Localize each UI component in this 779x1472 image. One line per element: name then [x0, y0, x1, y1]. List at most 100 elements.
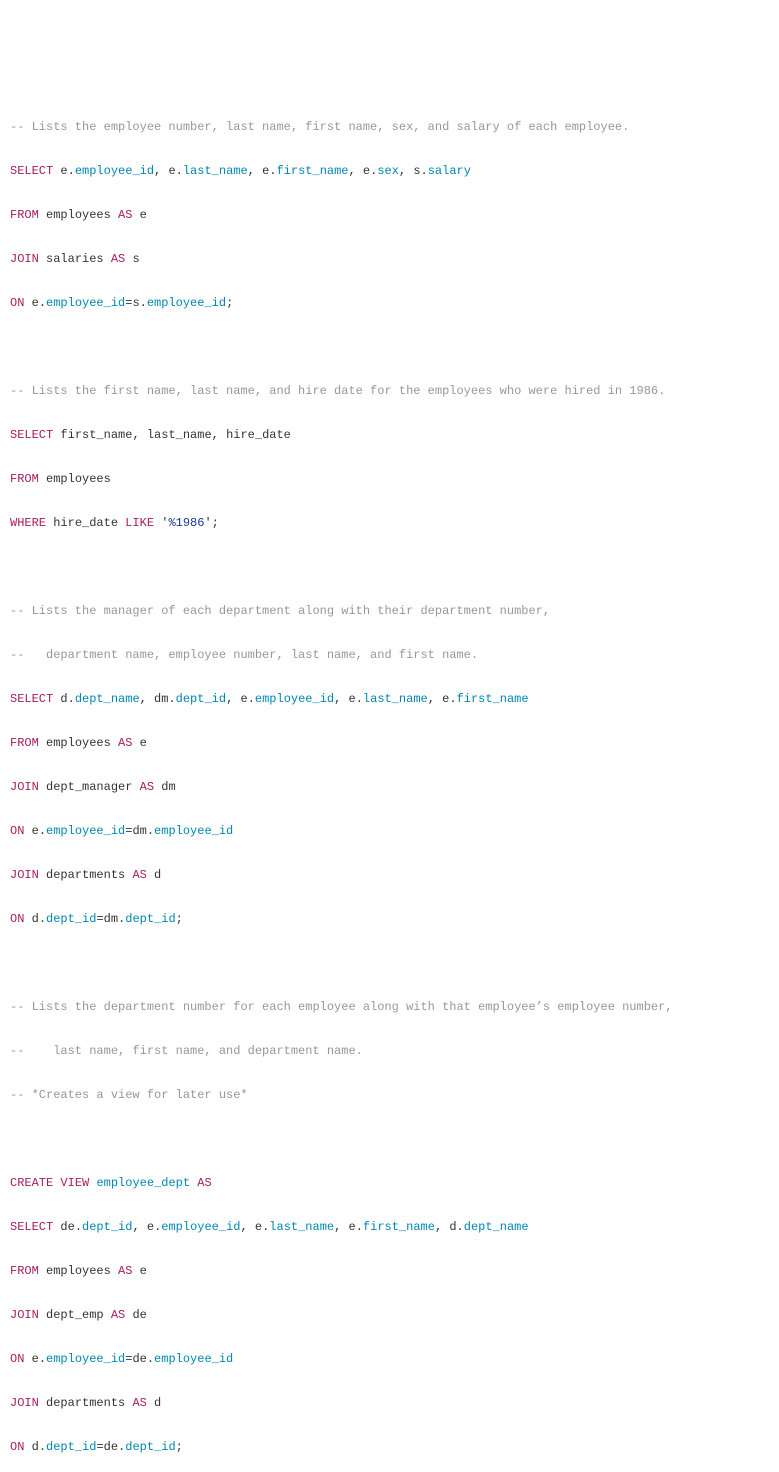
keyword-on: ON [10, 824, 24, 838]
keyword-as: AS [111, 252, 125, 266]
dot: . [118, 912, 125, 926]
keyword-as: AS [118, 208, 132, 222]
comment: -- Lists the department number for each … [10, 996, 769, 1018]
column: hire_date [53, 516, 118, 530]
column: dept_id [125, 1440, 175, 1454]
code-line: JOIN departments AS d [10, 1392, 769, 1414]
keyword-from: FROM [10, 1264, 39, 1278]
column: employee_id [46, 296, 125, 310]
dot: . [75, 1220, 82, 1234]
column: last_name [363, 692, 428, 706]
comment: -- *Creates a view for later use* [10, 1084, 769, 1106]
alias: s [132, 296, 139, 310]
dot: . [176, 164, 183, 178]
comma: , [428, 692, 442, 706]
alias: e [349, 1220, 356, 1234]
semicolon: ; [212, 516, 219, 530]
code-line: ON d.dept_id=dm.dept_id; [10, 908, 769, 930]
code-line: CREATE VIEW employee_dept AS [10, 1172, 769, 1194]
column: dept_id [176, 692, 226, 706]
alias: d [154, 868, 161, 882]
comma: , [154, 164, 168, 178]
comma: , [334, 1220, 348, 1234]
keyword-join: JOIN [10, 780, 39, 794]
comment: -- Lists the first name, last name, and … [10, 380, 769, 402]
table: employees [46, 472, 111, 486]
comma: , [334, 692, 348, 706]
alias: e [349, 692, 356, 706]
code-line: JOIN dept_manager AS dm [10, 776, 769, 798]
column: sex [377, 164, 399, 178]
alias: de [132, 1308, 146, 1322]
keyword-select: SELECT [10, 428, 53, 442]
code-line: FROM employees AS e [10, 732, 769, 754]
dot: . [154, 1220, 161, 1234]
alias: e [32, 824, 39, 838]
keyword-view: VIEW [60, 1176, 89, 1190]
semicolon: ; [176, 1440, 183, 1454]
column: first_name [60, 428, 132, 442]
comma: , [435, 1220, 449, 1234]
column: employee_id [46, 824, 125, 838]
alias: e [240, 692, 247, 706]
alias: d [449, 1220, 456, 1234]
keyword-as: AS [111, 1308, 125, 1322]
semicolon: ; [176, 912, 183, 926]
comma: , [240, 1220, 254, 1234]
code-line: SELECT de.dept_id, e.employee_id, e.last… [10, 1216, 769, 1238]
column: first_name [363, 1220, 435, 1234]
column: employee_id [46, 1352, 125, 1366]
column: hire_date [226, 428, 291, 442]
column: last_name [269, 1220, 334, 1234]
comma: , [132, 428, 146, 442]
blank-line [10, 952, 769, 974]
keyword-from: FROM [10, 736, 39, 750]
dot: . [147, 1352, 154, 1366]
alias: s [132, 252, 139, 266]
keyword-join: JOIN [10, 868, 39, 882]
code-line: ON e.employee_id=de.employee_id [10, 1348, 769, 1370]
alias: e [32, 1352, 39, 1366]
alias: e [140, 1264, 147, 1278]
equals: = [96, 1440, 103, 1454]
keyword-join: JOIN [10, 1396, 39, 1410]
alias: e [140, 208, 147, 222]
table: departments [46, 1396, 125, 1410]
comma: , [248, 164, 262, 178]
keyword-as: AS [140, 780, 154, 794]
sql-code-block: -- Lists the employee number, last name,… [10, 94, 769, 1472]
code-line: ON d.dept_id=de.dept_id; [10, 1436, 769, 1458]
alias: d [60, 692, 67, 706]
alias: dm [132, 824, 146, 838]
dot: . [118, 1440, 125, 1454]
keyword-on: ON [10, 1352, 24, 1366]
code-line: JOIN salaries AS s [10, 248, 769, 270]
keyword-on: ON [10, 912, 24, 926]
keyword-like: LIKE [125, 516, 154, 530]
dot: . [457, 1220, 464, 1234]
column: last_name [147, 428, 212, 442]
code-line: FROM employees [10, 468, 769, 490]
code-line: ON e.employee_id=s.employee_id; [10, 292, 769, 314]
code-line: WHERE hire_date LIKE '%1986'; [10, 512, 769, 534]
alias: e [147, 1220, 154, 1234]
column: employee_id [154, 1352, 233, 1366]
dot: . [356, 1220, 363, 1234]
keyword-from: FROM [10, 208, 39, 222]
blank-line [10, 556, 769, 578]
dot: . [68, 692, 75, 706]
column: employee_id [161, 1220, 240, 1234]
code-line: ON e.employee_id=dm.employee_id [10, 820, 769, 842]
column: employee_id [75, 164, 154, 178]
string-literal: '%1986' [161, 516, 211, 530]
keyword-as: AS [118, 736, 132, 750]
column: employee_id [255, 692, 334, 706]
dot: . [356, 692, 363, 706]
table: dept_emp [46, 1308, 104, 1322]
alias: e [32, 296, 39, 310]
keyword-on: ON [10, 1440, 24, 1454]
comment: -- last name, first name, and department… [10, 1040, 769, 1062]
column: salary [428, 164, 471, 178]
dot: . [68, 164, 75, 178]
column: dept_name [75, 692, 140, 706]
